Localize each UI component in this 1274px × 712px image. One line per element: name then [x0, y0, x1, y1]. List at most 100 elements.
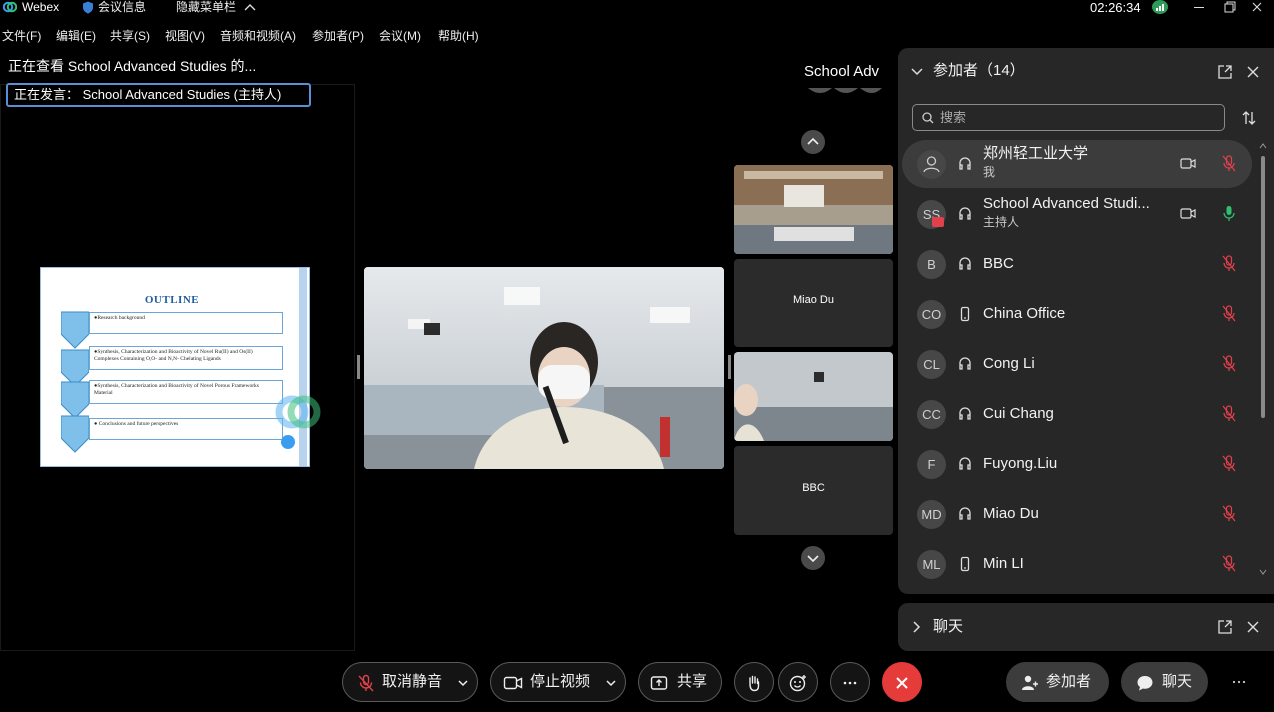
- mic-muted-icon[interactable]: [1222, 455, 1236, 472]
- participants-panel-header[interactable]: 参加者（14）: [898, 60, 1274, 84]
- shield-icon[interactable]: [82, 1, 94, 14]
- close-window-icon[interactable]: [1246, 0, 1268, 15]
- participant-row[interactable]: CL Cong Li: [902, 340, 1252, 388]
- raise-hand-button[interactable]: [734, 662, 774, 702]
- chevron-down-icon[interactable]: [910, 66, 924, 78]
- menu-view[interactable]: 视图(V): [165, 26, 205, 46]
- menu-meeting[interactable]: 会议(M): [379, 26, 421, 46]
- participant-name: Cong Li: [983, 355, 1035, 372]
- stage-avatars: [806, 84, 882, 93]
- video-tile-speaker[interactable]: [734, 352, 893, 441]
- tile-name-label: Miao Du: [793, 294, 834, 306]
- participant-row[interactable]: CC Cui Chang: [902, 390, 1252, 438]
- video-tile-bbc[interactable]: BBC: [734, 446, 893, 535]
- video-frame-image: [734, 352, 893, 441]
- slide-outline-item: ● Conclusions and future perspectives: [89, 418, 283, 440]
- avatar: MD: [917, 500, 946, 529]
- headset-icon: [959, 507, 971, 520]
- more-horizontal-icon[interactable]: [1230, 673, 1248, 691]
- phone-icon: [960, 306, 970, 322]
- close-icon[interactable]: [1246, 65, 1260, 79]
- chat-label: 聊天: [1162, 673, 1193, 690]
- hide-menu-bar-button[interactable]: 隐藏菜单栏: [176, 0, 236, 15]
- app-name: Webex: [22, 0, 60, 14]
- panel-resize-handle[interactable]: [357, 355, 360, 379]
- more-options-button[interactable]: [830, 662, 870, 702]
- mic-muted-icon[interactable]: [1222, 505, 1236, 522]
- participant-row[interactable]: CO China Office: [902, 290, 1252, 338]
- menu-edit[interactable]: 编辑(E): [56, 26, 96, 46]
- unmute-button[interactable]: 取消静音: [342, 662, 478, 702]
- phone-icon: [960, 556, 970, 572]
- webex-floating-logo-icon: [275, 395, 321, 429]
- active-speaker-video[interactable]: [364, 267, 724, 469]
- video-icon[interactable]: [1180, 157, 1196, 170]
- network-signal-icon[interactable]: [1152, 0, 1168, 14]
- pop-out-icon[interactable]: [1218, 65, 1232, 79]
- chevron-down-icon: [807, 555, 819, 563]
- participants-icon: [1022, 675, 1038, 690]
- menu-file[interactable]: 文件(F): [2, 26, 41, 46]
- avatar: B: [917, 250, 946, 279]
- leave-meeting-button[interactable]: [882, 662, 922, 702]
- scroll-up-button[interactable]: [801, 130, 825, 154]
- restore-window-icon[interactable]: [1218, 0, 1240, 15]
- participant-row[interactable]: F Fuyong.Liu: [902, 440, 1252, 488]
- reactions-button[interactable]: [778, 662, 818, 702]
- stage-name-label[interactable]: School Adv: [804, 62, 890, 82]
- participant-row[interactable]: B BBC: [902, 240, 1252, 288]
- mic-muted-icon[interactable]: [1222, 555, 1236, 572]
- chevron-up-icon[interactable]: [244, 2, 256, 12]
- chat-panel[interactable]: 聊天: [898, 603, 1274, 651]
- minimize-window-icon[interactable]: [1188, 0, 1210, 15]
- chat-button[interactable]: 聊天: [1121, 662, 1208, 702]
- mic-muted-icon[interactable]: [1222, 355, 1236, 372]
- meeting-clock: 02:26:34: [1090, 0, 1141, 15]
- panel-resize-handle[interactable]: [728, 355, 731, 379]
- menu-share[interactable]: 共享(S): [110, 26, 150, 46]
- mic-muted-icon[interactable]: [1222, 255, 1236, 272]
- mic-active-icon[interactable]: [1222, 205, 1236, 222]
- participant-row[interactable]: MD Miao Du: [902, 490, 1252, 538]
- participant-search-input[interactable]: 搜索: [912, 104, 1225, 131]
- mic-muted-icon[interactable]: [1222, 155, 1236, 172]
- chevron-down-icon[interactable]: [457, 674, 469, 692]
- participants-panel-title: 参加者（14）: [933, 62, 1025, 79]
- mic-muted-icon[interactable]: [1222, 405, 1236, 422]
- mic-muted-icon[interactable]: [1222, 305, 1236, 322]
- video-frame-image: [364, 267, 724, 469]
- avatar: CC: [917, 400, 946, 429]
- chevron-right-icon[interactable]: [912, 620, 922, 634]
- share-button[interactable]: 共享: [638, 662, 722, 702]
- avatar: CO: [917, 300, 946, 329]
- chat-bubble-icon: [1137, 676, 1153, 691]
- scroll-down-button[interactable]: [801, 546, 825, 570]
- pointer-indicator: [281, 435, 295, 449]
- sort-icon[interactable]: [1241, 110, 1257, 126]
- avatar: ML: [917, 550, 946, 579]
- chevron-down-icon[interactable]: [605, 674, 617, 692]
- participant-row-host[interactable]: SS School Advanced Studi... 主持人: [902, 190, 1252, 238]
- stop-video-button[interactable]: 停止视频: [490, 662, 626, 702]
- menu-participants[interactable]: 参加者(P): [312, 26, 364, 46]
- menu-audio-video[interactable]: 音频和视频(A): [220, 26, 296, 46]
- menu-help[interactable]: 帮助(H): [438, 26, 479, 46]
- video-tile-miao-du[interactable]: Miao Du: [734, 259, 893, 347]
- participant-row-self[interactable]: 郑州轻工业大学 我: [902, 140, 1252, 188]
- video-frame-image: [734, 165, 893, 254]
- sharing-badge-icon: [932, 217, 944, 227]
- close-icon[interactable]: [1246, 620, 1260, 634]
- avatar: [917, 150, 946, 179]
- participant-name: Fuyong.Liu: [983, 455, 1058, 472]
- participants-button[interactable]: 参加者: [1006, 662, 1109, 702]
- pop-out-icon[interactable]: [1218, 620, 1232, 634]
- person-icon: [923, 156, 940, 173]
- meeting-info-button[interactable]: 会议信息: [98, 0, 146, 15]
- participant-row[interactable]: ML Min LI: [902, 540, 1252, 588]
- participants-panel: 参加者（14） 搜索 郑州轻工业大学 我 SS School Advanced …: [898, 48, 1274, 594]
- video-icon[interactable]: [1180, 207, 1196, 220]
- video-tile-room[interactable]: [734, 165, 893, 254]
- participant-list-scrollbar[interactable]: [1258, 140, 1268, 580]
- chat-panel-title: 聊天: [933, 618, 964, 635]
- chevron-up-icon: [807, 137, 819, 145]
